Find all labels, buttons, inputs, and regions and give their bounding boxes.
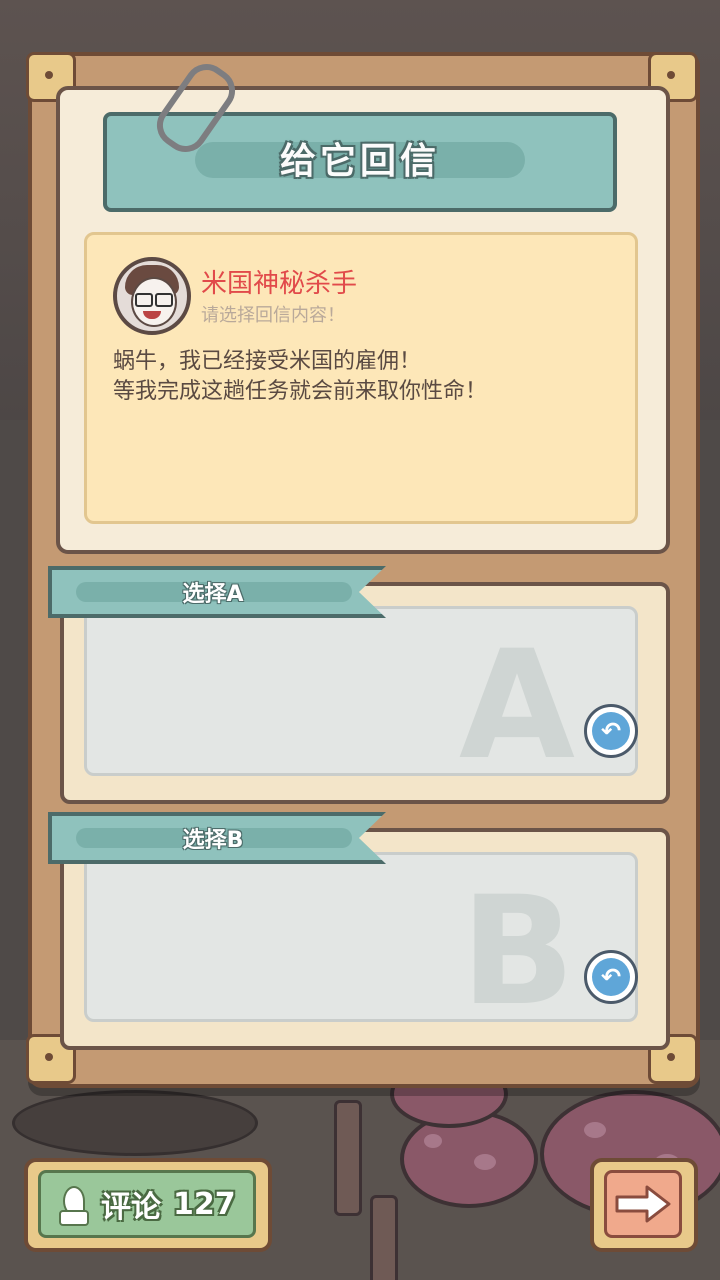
choice-b-label: 选择B [182,828,244,853]
wooden-post [334,1100,362,1216]
right-arrow-icon [615,1185,671,1223]
avatar [113,257,191,335]
puddle [12,1090,258,1156]
sender-name: 米国神秘杀手 [201,269,358,299]
choice-a-label: 选择A [182,582,244,607]
choice-b-content[interactable]: B [84,852,638,1022]
feather-ink-icon [57,1186,89,1226]
choice-a-content[interactable]: A [84,606,638,776]
undo-arrow-icon[interactable]: ↶ [584,950,638,1004]
undo-arrow-icon[interactable]: ↶ [584,704,638,758]
wooden-post [370,1195,398,1280]
message-body: 蜗牛，我已经接受米国的雇佣！ 等我完成这趟任务就会前来取你性命！ [113,349,488,404]
reply-hint: 请选择回信内容！ [201,305,345,326]
comment-count: 127 [173,1186,236,1222]
choice-b-watermark: B [460,865,575,1022]
choice-a-watermark: A [458,619,575,776]
message-card: 米国神秘杀手 请选择回信内容！ 蜗牛，我已经接受米国的雇佣！ 等我完成这趟任务就… [84,232,638,524]
comment-button[interactable]: 评论 127 [24,1158,272,1252]
next-button[interactable] [590,1158,698,1252]
comment-label: 评论 [101,1190,161,1225]
